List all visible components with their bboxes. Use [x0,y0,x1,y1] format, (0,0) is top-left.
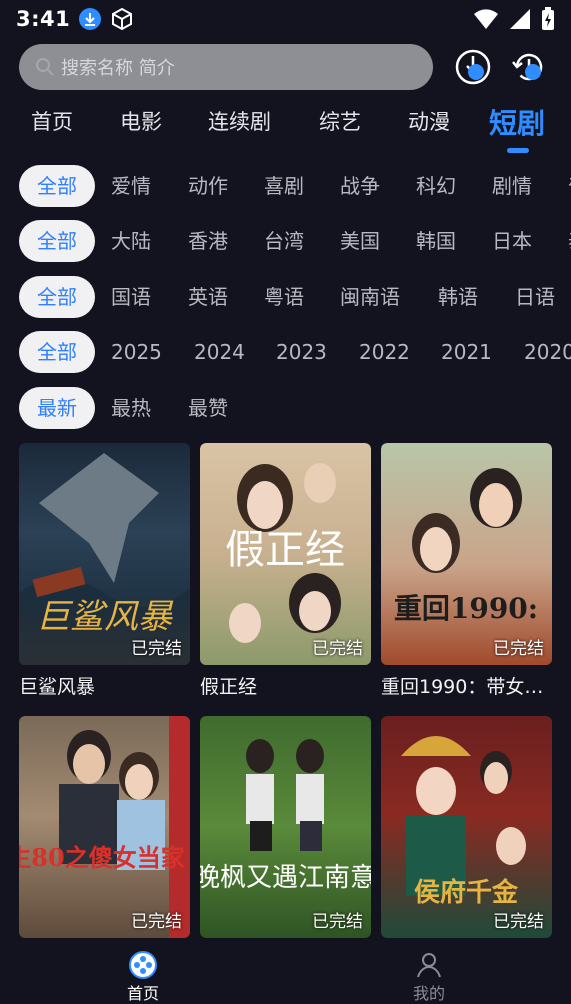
tab-anime[interactable]: 动漫 [408,106,450,136]
year-chip[interactable]: 2021 [441,331,492,373]
genre-chip[interactable]: 战争 [340,165,380,207]
year-chip[interactable]: 2023 [276,331,327,373]
genre-chip[interactable]: 科幻 [416,165,456,207]
poster-image: 侯府千金 已完结 [381,716,552,938]
genre-chip[interactable]: 喜剧 [264,165,304,207]
nav-profile[interactable]: 我的 [389,950,469,1004]
video-card[interactable]: 侯府千金 已完结 [381,716,552,938]
year-chip[interactable]: 2020 [524,331,571,373]
status-badge: 已完结 [493,639,544,659]
poster-art-text: 重回1990: [394,592,538,625]
shark-artwork: 巨鲨风暴 [19,453,190,665]
poster-image: 巨鲨风暴 已完结 [19,443,190,665]
poster-image: 重回1990: 已完结 [381,443,552,665]
cube-status-icon [112,7,133,31]
region-chip[interactable]: 香港 [188,220,228,262]
video-title: 重回1990：带女儿和小孩子致富 [381,676,552,698]
poster-artwork: 假正经 [225,463,345,643]
poster-artwork: 晚枫又遇江南意 [200,739,371,893]
video-card[interactable]: 晚枫又遇江南意 已完结 [200,716,371,938]
category-tabs: 首页 电影 连续剧 综艺 动漫 短剧 [0,100,571,150]
poster-art-text: 假正经 [225,527,345,573]
search-placeholder: 搜索名称 简介 [61,58,175,79]
bottom-nav: 首页 我的 [0,940,571,1003]
region-chip[interactable]: 韩国 [416,220,456,262]
language-chip[interactable]: 日语 [515,276,555,318]
language-chip[interactable]: 英语 [188,276,228,318]
status-badge: 已完结 [493,912,544,932]
video-title: 假正经 [200,676,258,698]
video-title: 巨鲨风暴 [19,676,96,698]
language-filter-row: 全部 国语 英语 粤语 闽南语 韩语 日语 [0,276,571,318]
year-chip[interactable]: 全部 [19,331,95,373]
signal-icon [510,9,530,29]
poster-art-text: 重生80之傻女当家 [19,843,185,872]
status-badge: 已完结 [312,912,363,932]
region-chip[interactable]: 美国 [340,220,380,262]
sort-filter-row: 最新 最热 最赞 [0,387,571,429]
video-card[interactable]: 重生80之傻女当家 已完结 [19,716,190,938]
download-icon[interactable] [454,48,492,86]
tab-variety[interactable]: 综艺 [319,106,361,136]
region-chip[interactable]: 全部 [19,220,95,262]
region-chip[interactable]: 台湾 [264,220,304,262]
genre-chip[interactable]: 剧情 [492,165,532,207]
genre-chip[interactable]: 爱情 [111,165,151,207]
video-card[interactable]: 巨鲨风暴 已完结 巨鲨风暴 [19,443,190,703]
poster-image: 晚枫又遇江南意 已完结 [200,716,371,938]
region-chip[interactable]: 日本 [492,220,532,262]
battery-icon [542,7,554,30]
wifi-icon [474,9,498,29]
language-chip[interactable]: 全部 [19,276,95,318]
poster-art-text: 巨鲨风暴 [36,597,174,637]
region-chip[interactable]: 大陆 [111,220,151,262]
home-icon [129,951,157,979]
profile-icon [417,953,441,978]
year-chip[interactable]: 2025 [111,331,162,373]
download-status-icon [79,8,102,30]
poster-artwork: 重生80之傻女当家 [19,716,190,938]
status-time: 3:41 [16,7,71,31]
poster-artwork: 侯府千金 [401,736,526,908]
search-bar[interactable]: 搜索名称 简介 [19,44,433,90]
language-chip[interactable]: 粤语 [264,276,304,318]
sort-chip[interactable]: 最热 [111,387,151,429]
language-chip[interactable]: 闽南语 [340,276,400,318]
nav-home[interactable]: 首页 [103,950,183,1004]
video-card[interactable]: 重回1990: 已完结 重回1990：带女儿和小孩子致富 [381,443,552,703]
poster-artwork: 重回1990: [394,468,538,625]
history-icon[interactable] [510,48,548,86]
language-chip[interactable]: 国语 [111,276,151,318]
poster-art-text: 晚枫又遇江南意 [200,863,371,893]
tab-short-drama[interactable]: 短剧 [489,102,545,142]
poster-art-text: 侯府千金 [414,877,519,908]
search-icon [36,58,54,76]
year-filter-row: 全部 2025 2024 2023 2022 2021 2020 [0,331,571,373]
status-badge: 已完结 [312,639,363,659]
sort-chip[interactable]: 最赞 [188,387,228,429]
genre-chip[interactable]: 全部 [19,165,95,207]
poster-image: 重生80之傻女当家 已完结 [19,716,190,938]
nav-home-label: 首页 [126,984,159,1003]
sort-chip[interactable]: 最新 [19,387,95,429]
tab-active-indicator [507,148,529,153]
status-badge: 已完结 [131,639,182,659]
genre-filter-row: 全部 爱情 动作 喜剧 战争 科幻 剧情 奇 [0,165,571,207]
nav-profile-label: 我的 [412,984,445,1003]
status-badge: 已完结 [131,912,182,932]
year-chip[interactable]: 2024 [194,331,245,373]
tab-movie[interactable]: 电影 [120,106,162,136]
status-bar: 3:41 [0,0,571,38]
video-card[interactable]: 假正经 已完结 假正经 [200,443,371,703]
tab-home[interactable]: 首页 [31,106,73,136]
poster-image: 假正经 已完结 [200,443,371,665]
region-filter-row: 全部 大陆 香港 台湾 美国 韩国 日本 泰 [0,220,571,262]
tab-series[interactable]: 连续剧 [208,106,271,136]
genre-chip[interactable]: 动作 [188,165,228,207]
year-chip[interactable]: 2022 [359,331,410,373]
language-chip[interactable]: 韩语 [438,276,478,318]
